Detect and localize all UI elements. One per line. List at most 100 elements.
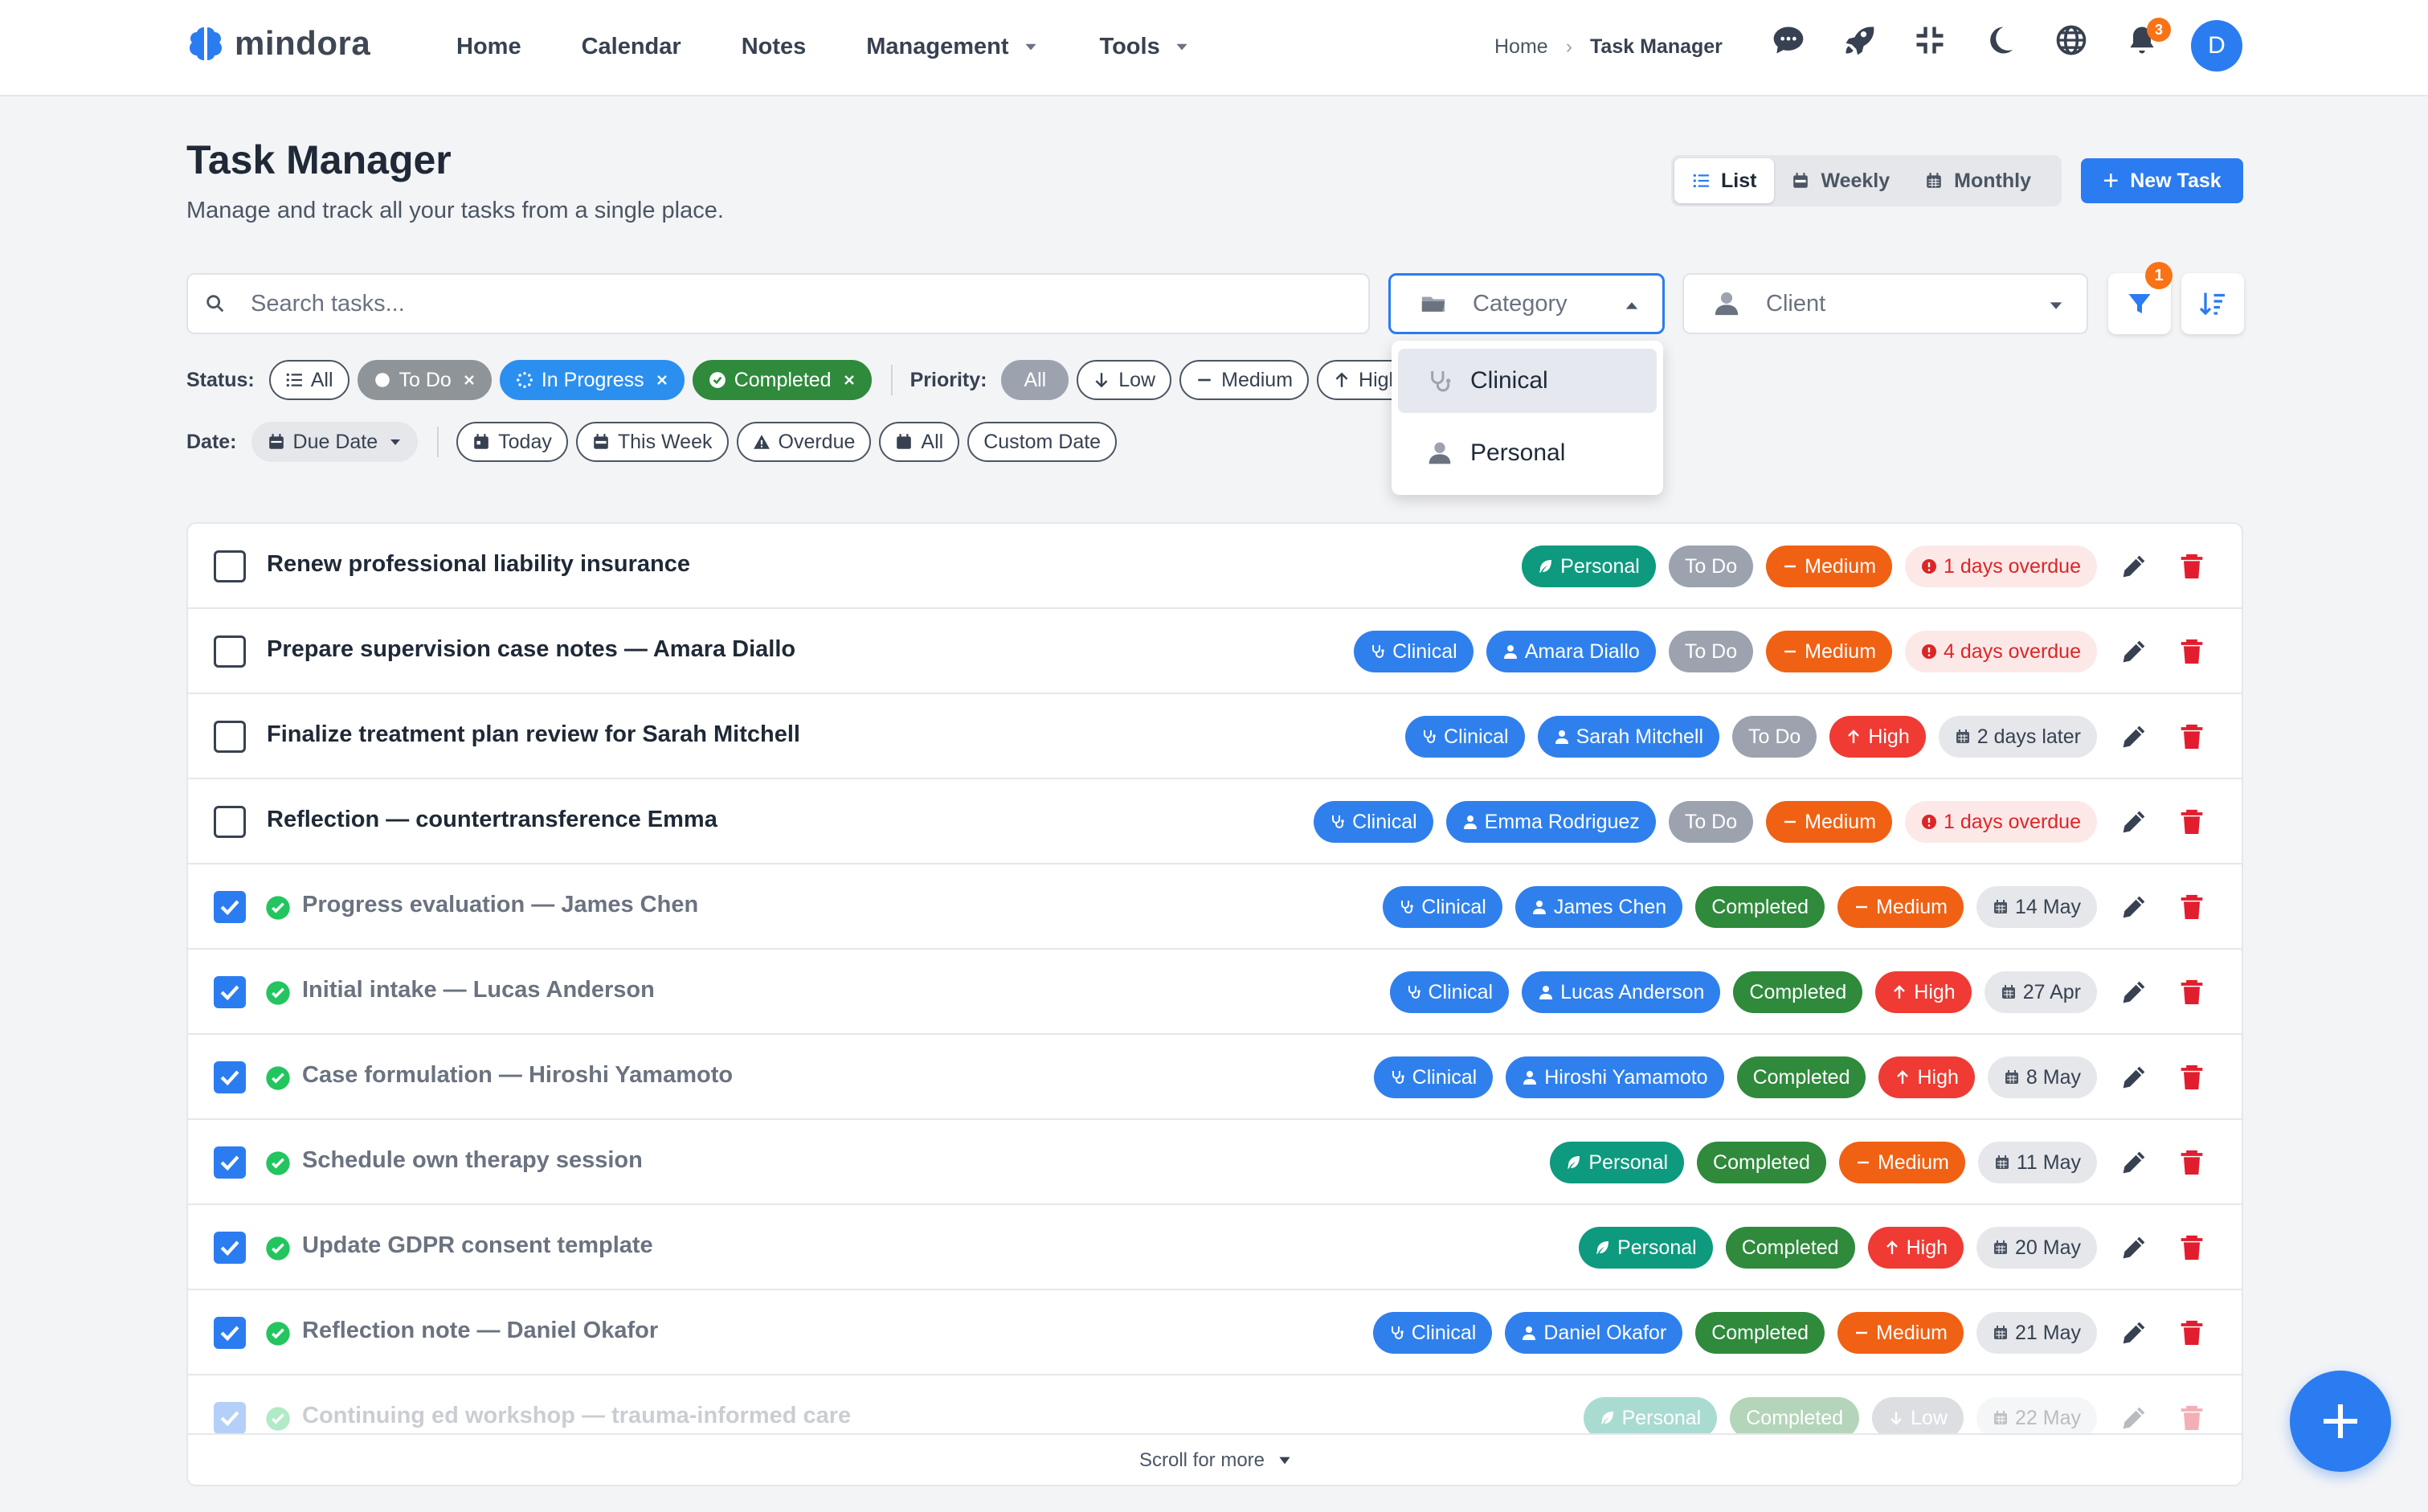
new-task-button[interactable]: + New Task <box>2081 158 2243 203</box>
task-row[interactable]: Schedule own therapy session Personal Comp… <box>188 1120 2242 1205</box>
task-title[interactable]: Reflection — countertransference Emma <box>267 807 717 833</box>
view-weekly-button[interactable]: Weekly <box>1774 158 1907 203</box>
fullscreen-button[interactable] <box>1912 22 1948 58</box>
task-title[interactable]: Continuing ed workshop — trauma-informed… <box>302 1403 851 1429</box>
delete-task-button[interactable] <box>2176 1061 2208 1093</box>
close-icon[interactable] <box>463 374 476 386</box>
task-title[interactable]: Case formulation — Hiroshi Yamamoto <box>302 1062 733 1089</box>
task-checkbox[interactable] <box>214 806 246 838</box>
task-title[interactable]: Renew professional liability insurance <box>267 551 690 578</box>
edit-task-button[interactable] <box>2118 1232 2150 1264</box>
scroll-for-more[interactable]: Scroll for more <box>188 1433 2242 1485</box>
filter-button[interactable]: 1 <box>2108 262 2173 334</box>
task-row[interactable]: Reflection note — Daniel Okafor Clinical D… <box>188 1290 2242 1375</box>
task-checkbox[interactable] <box>214 1061 246 1093</box>
delete-task-button[interactable] <box>2176 1146 2208 1179</box>
edit-task-button[interactable] <box>2118 806 2150 838</box>
delete-task-button[interactable] <box>2176 635 2208 668</box>
delete-task-button[interactable] <box>2176 1232 2208 1264</box>
add-task-fab[interactable] <box>2290 1371 2391 1472</box>
notifications-button[interactable]: 3 <box>2124 18 2171 58</box>
view-list-button[interactable]: List <box>1674 158 1775 203</box>
task-checkbox[interactable] <box>214 891 246 923</box>
category-option-clinical[interactable]: Clinical <box>1398 349 1657 413</box>
language-button[interactable] <box>2054 22 2089 58</box>
breadcrumb-home[interactable]: Home <box>1494 35 1548 59</box>
edit-task-button[interactable] <box>2118 1317 2150 1349</box>
task-row[interactable]: Progress evaluation — James Chen Clinical… <box>188 864 2242 950</box>
brand-logo[interactable]: mindora <box>185 22 370 64</box>
user-avatar[interactable]: D <box>2191 20 2242 72</box>
edit-task-button[interactable] <box>2118 976 2150 1008</box>
priority-low-chip[interactable]: Low <box>1077 360 1172 400</box>
task-title[interactable]: Update GDPR consent template <box>302 1232 653 1259</box>
edit-task-button[interactable] <box>2118 635 2150 668</box>
theme-toggle-button[interactable] <box>1983 22 2018 58</box>
task-checkbox[interactable] <box>214 1402 246 1434</box>
nav-home[interactable]: Home <box>456 34 521 60</box>
date-this-week-chip[interactable]: This Week <box>575 422 729 462</box>
priority-medium-chip[interactable]: Medium <box>1179 360 1310 400</box>
task-title[interactable]: Initial intake — Lucas Anderson <box>302 977 655 1003</box>
task-row[interactable]: Update GDPR consent template Personal Comp… <box>188 1205 2242 1290</box>
minus-icon <box>1198 378 1211 382</box>
task-row[interactable]: Reflection — countertransference Emma Cli… <box>188 779 2242 864</box>
sort-button[interactable] <box>2181 273 2244 334</box>
edit-task-button[interactable] <box>2118 721 2150 753</box>
edit-task-button[interactable] <box>2118 1402 2150 1434</box>
task-title[interactable]: Schedule own therapy session <box>302 1147 643 1174</box>
close-icon[interactable] <box>843 374 856 386</box>
status-completed-chip[interactable]: Completed <box>692 360 872 400</box>
task-checkbox[interactable] <box>214 721 246 753</box>
nav-management[interactable]: Management <box>866 34 1039 60</box>
task-checkbox[interactable] <box>214 1317 246 1349</box>
task-checkbox[interactable] <box>214 976 246 1008</box>
delete-task-button[interactable] <box>2176 550 2208 582</box>
search-input[interactable] <box>251 290 1295 317</box>
task-title[interactable]: Finalize treatment plan review for Sarah… <box>267 721 800 748</box>
task-checkbox[interactable] <box>214 550 246 582</box>
task-title[interactable]: Reflection note — Daniel Okafor <box>302 1318 658 1344</box>
nav-calendar[interactable]: Calendar <box>582 34 681 60</box>
status-all-chip[interactable]: All <box>268 360 349 400</box>
close-icon[interactable] <box>656 374 668 386</box>
priority-all-chip[interactable]: All <box>1001 360 1069 400</box>
task-checkbox[interactable] <box>214 1146 246 1179</box>
nav-notes[interactable]: Notes <box>742 34 807 60</box>
category-option-personal[interactable]: Personal <box>1398 421 1657 485</box>
delete-task-button[interactable] <box>2176 806 2208 838</box>
task-row[interactable]: Finalize treatment plan review for Sarah… <box>188 694 2242 779</box>
quick-launch-button[interactable] <box>1841 22 1877 58</box>
delete-task-button[interactable] <box>2176 891 2208 923</box>
status-todo-chip[interactable]: To Do <box>357 360 492 400</box>
edit-task-button[interactable] <box>2118 1061 2150 1093</box>
edit-task-button[interactable] <box>2118 1146 2150 1179</box>
date-overdue-chip[interactable]: Overdue <box>736 422 872 462</box>
due-date-dropdown[interactable]: Due Date <box>251 422 419 462</box>
view-monthly-button[interactable]: Monthly <box>1907 158 2049 203</box>
edit-task-button[interactable] <box>2118 550 2150 582</box>
task-title[interactable]: Progress evaluation — James Chen <box>302 892 698 918</box>
edit-task-button[interactable] <box>2118 891 2150 923</box>
task-title[interactable]: Prepare supervision case notes — Amara D… <box>267 636 795 663</box>
delete-task-button[interactable] <box>2176 1317 2208 1349</box>
date-today-chip[interactable]: Today <box>456 422 568 462</box>
caret-down-icon <box>2050 302 2062 309</box>
delete-task-button[interactable] <box>2176 976 2208 1008</box>
category-select[interactable]: Category <box>1388 273 1665 334</box>
client-select[interactable]: Client <box>1682 273 2088 334</box>
delete-task-button[interactable] <box>2176 1402 2208 1434</box>
task-row[interactable]: Case formulation — Hiroshi Yamamoto Clini… <box>188 1035 2242 1120</box>
task-row[interactable]: Initial intake — Lucas Anderson Clinical L… <box>188 950 2242 1035</box>
chat-button[interactable] <box>1771 22 1806 58</box>
task-row[interactable]: Prepare supervision case notes — Amara D… <box>188 609 2242 694</box>
task-row[interactable]: Renew professional liability insurance Pe… <box>188 524 2242 609</box>
task-checkbox[interactable] <box>214 1232 246 1264</box>
delete-task-button[interactable] <box>2176 721 2208 753</box>
date-custom-chip[interactable]: Custom Date <box>967 422 1118 462</box>
status-in-progress-chip[interactable]: In Progress <box>499 360 685 400</box>
nav-tools[interactable]: Tools <box>1100 34 1191 60</box>
trash-icon <box>2181 809 2203 834</box>
date-all-chip[interactable]: All <box>879 422 960 462</box>
task-checkbox[interactable] <box>214 635 246 668</box>
